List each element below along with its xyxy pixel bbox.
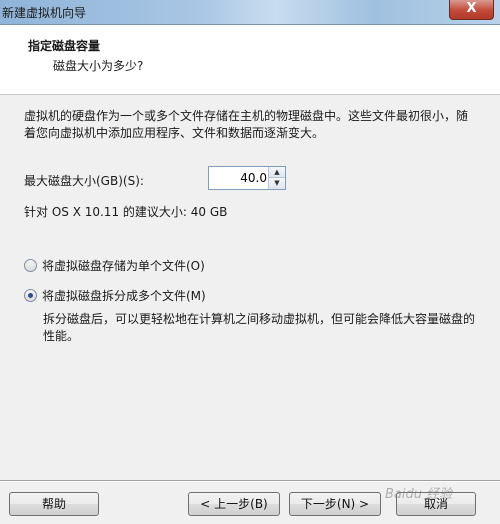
stepper-arrows: ▲ ▼ xyxy=(268,167,285,189)
close-button[interactable]: X xyxy=(449,0,494,20)
disk-size-input[interactable] xyxy=(209,167,271,189)
page-subtitle: 磁盘大小为多少? xyxy=(53,59,144,73)
radio-split-files-label: 将虚拟磁盘拆分成多个文件(M) xyxy=(42,289,206,303)
radio-unchecked-icon[interactable] xyxy=(24,259,37,272)
disk-size-stepper[interactable]: ▲ ▼ xyxy=(208,166,286,190)
radio-single-file-label: 将虚拟磁盘存储为单个文件(O) xyxy=(42,259,205,273)
split-hint-text: 拆分磁盘后，可以更轻松地在计算机之间移动虚拟机，但可能会降低大容量磁盘的性能。 xyxy=(43,312,476,343)
radio-single-file[interactable]: 将虚拟磁盘存储为单个文件(O) xyxy=(24,257,205,274)
description-text: 虚拟机的硬盘作为一个或多个文件存储在主机的物理磁盘中。这些文件最初很小，随着您向… xyxy=(24,109,469,140)
increment-arrow-icon[interactable]: ▲ xyxy=(269,167,285,178)
wizard-header: 指定磁盘容量 磁盘大小为多少? xyxy=(0,25,500,95)
back-button[interactable]: < 上一步(B) xyxy=(188,492,280,516)
max-size-label: 最大磁盘大小(GB)(S): xyxy=(24,174,144,188)
radio-checked-icon[interactable] xyxy=(24,289,37,302)
page-title: 指定磁盘容量 xyxy=(28,39,101,53)
help-button[interactable]: 帮助 xyxy=(9,492,99,516)
cancel-button[interactable]: 取消 xyxy=(396,492,476,516)
footer-divider xyxy=(0,480,500,482)
radio-split-files[interactable]: 将虚拟磁盘拆分成多个文件(M) xyxy=(24,287,206,304)
title-bar: 新建虚拟机向导 X xyxy=(0,0,500,25)
decrement-arrow-icon[interactable]: ▼ xyxy=(269,178,285,189)
window-title: 新建虚拟机向导 xyxy=(2,6,87,20)
recommended-size-text: 针对 OS X 10.11 的建议大小: 40 GB xyxy=(24,205,228,219)
next-button[interactable]: 下一步(N) > xyxy=(289,492,381,516)
